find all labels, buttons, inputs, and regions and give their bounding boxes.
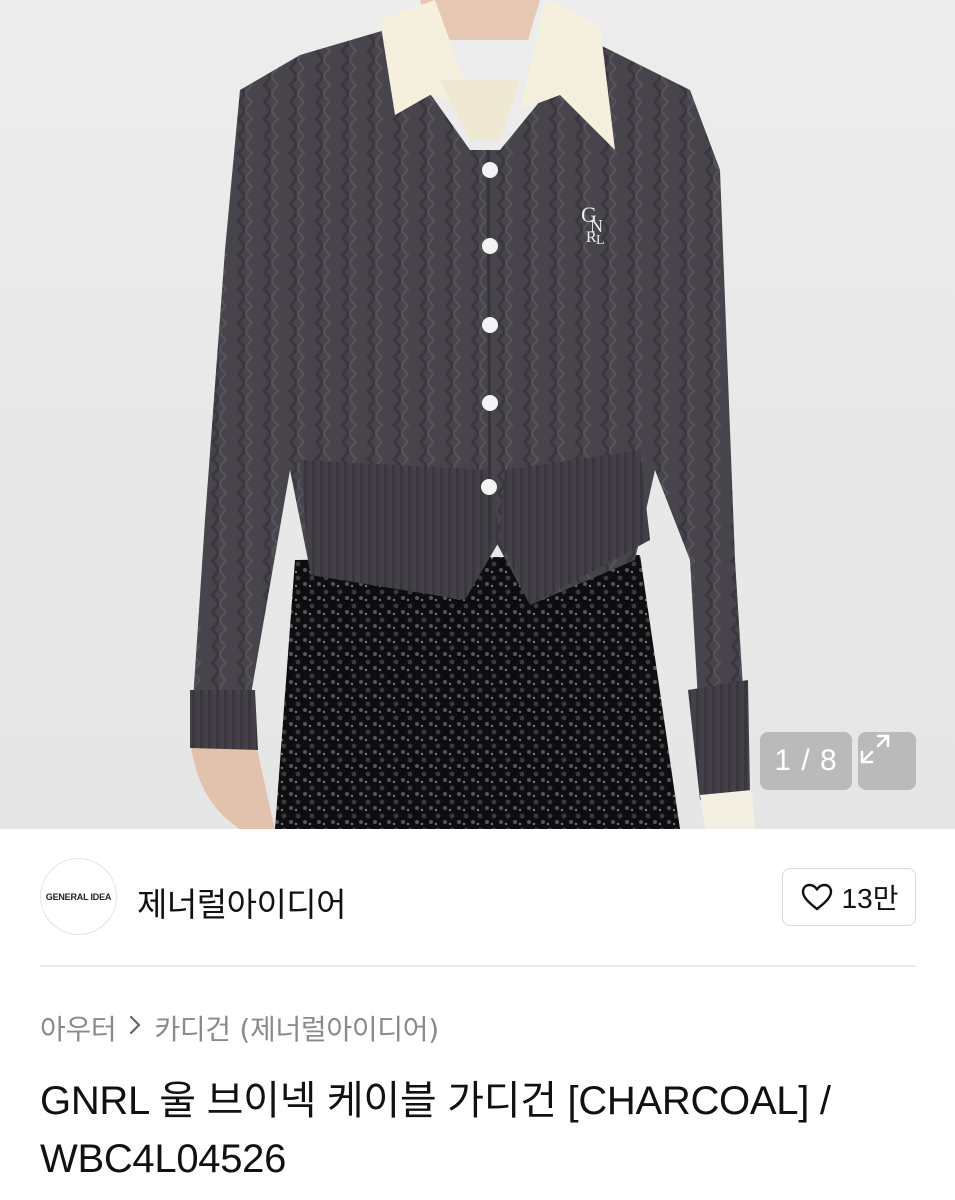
brand-row: GENERAL IDEA 제너럴아이디어 13만 bbox=[40, 858, 916, 936]
product-photo: G N R L bbox=[190, 0, 755, 829]
heart-outline-icon bbox=[800, 882, 834, 912]
image-counter: 1 / 8 bbox=[760, 732, 852, 790]
breadcrumb: 아우터 카디건 (제너럴아이디어) bbox=[40, 1008, 439, 1048]
chevron-right-icon bbox=[128, 1014, 142, 1042]
expand-arrows-icon bbox=[860, 734, 890, 764]
breadcrumb-item-outer[interactable]: 아우터 bbox=[40, 1008, 117, 1048]
like-button[interactable]: 13만 bbox=[782, 868, 916, 926]
breadcrumb-item-cardigan[interactable]: 카디건 (제너럴아이디어) bbox=[154, 1008, 439, 1048]
divider bbox=[40, 965, 916, 967]
brand-logo-text: GENERAL IDEA bbox=[45, 891, 112, 902]
expand-image-button[interactable] bbox=[858, 732, 916, 790]
svg-text:L: L bbox=[596, 233, 605, 248]
like-count: 13만 bbox=[841, 883, 899, 914]
product-image-gallery[interactable]: G N R L 1 / 8 bbox=[0, 0, 955, 829]
brand-name-link[interactable]: 제너럴아이디어 bbox=[137, 878, 347, 926]
brand-logo[interactable]: GENERAL IDEA bbox=[40, 858, 117, 935]
product-title: GNRL 울 브이넥 케이블 가디건 [CHARCOAL] / WBC4L045… bbox=[40, 1079, 831, 1181]
